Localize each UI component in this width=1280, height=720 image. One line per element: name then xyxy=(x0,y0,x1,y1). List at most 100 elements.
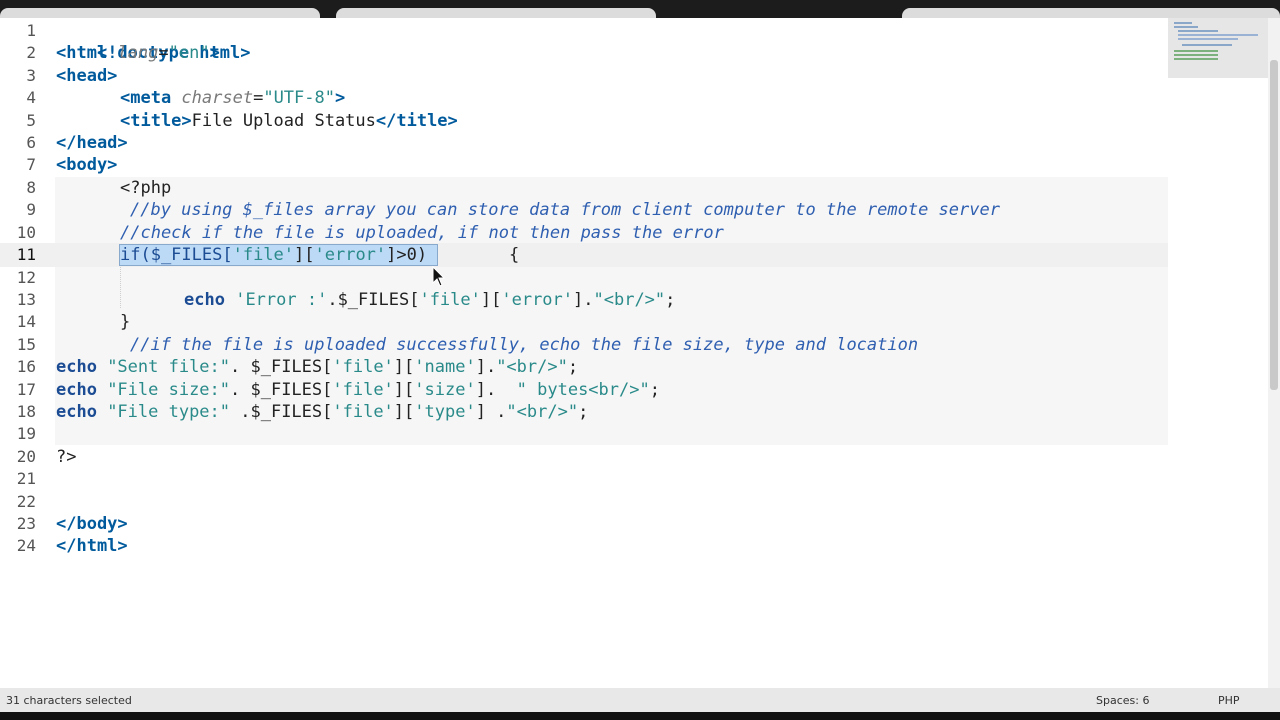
code-token: <title> xyxy=(120,111,192,131)
code-token: ] . xyxy=(475,402,507,422)
tab[interactable] xyxy=(902,8,1280,18)
line-number: 23 xyxy=(16,514,36,533)
code-token: ; xyxy=(578,402,589,422)
code-token: 'file' xyxy=(332,402,394,422)
code-token: = xyxy=(158,43,169,63)
code-token: "<br/>" xyxy=(593,290,666,310)
code-token: <?php xyxy=(120,178,172,198)
code-token: </head> xyxy=(56,133,128,153)
tab-bar xyxy=(0,0,1280,18)
code-token: echo xyxy=(56,380,97,400)
line-number: 20 xyxy=(16,447,36,466)
code-token: <html xyxy=(56,43,118,63)
line-number: 16 xyxy=(16,357,36,376)
code-line: } xyxy=(120,311,130,333)
code-token: .$_FILES[ xyxy=(327,290,420,310)
code-line: <body> xyxy=(56,154,117,176)
code-token: echo xyxy=(184,290,225,310)
code-token: charset xyxy=(181,88,254,108)
line-number: 21 xyxy=(16,469,36,488)
code-line: <meta charset="UTF-8"> xyxy=(120,87,345,109)
code-token: ][ xyxy=(294,245,315,265)
line-number: 5 xyxy=(26,111,36,130)
tab[interactable] xyxy=(336,8,656,18)
code-token: "Sent file:" xyxy=(96,357,231,377)
code-line: <!doctype html> xyxy=(56,20,251,63)
code-line: </body> xyxy=(56,513,128,535)
code-token: ][ xyxy=(393,402,415,422)
line-number: 17 xyxy=(16,380,36,399)
code-token: ]. xyxy=(475,380,517,400)
window-bottom-edge xyxy=(0,712,1280,720)
code-token: ; xyxy=(649,380,660,400)
code-token: File Upload Status xyxy=(191,111,376,131)
code-token: lang xyxy=(117,43,159,63)
code-token: . $_FILES[ xyxy=(230,357,333,377)
code-token: </body> xyxy=(56,514,128,534)
code-token: ; xyxy=(665,290,676,310)
line-number: 18 xyxy=(16,402,36,421)
line-number: 22 xyxy=(16,492,36,511)
code-token: </title> xyxy=(375,111,458,131)
code-line: //by using $_files array you can store d… xyxy=(130,199,1000,221)
code-token: 'type' xyxy=(414,402,476,422)
code-token: ; xyxy=(567,357,579,377)
code-line: ?> xyxy=(56,446,76,468)
code-token: ][ xyxy=(393,357,415,377)
code-line: echo 'Error :'.$_FILES['file']['error'].… xyxy=(184,289,675,311)
mouse-pointer-icon xyxy=(432,266,446,287)
syntax-mode[interactable]: PHP xyxy=(1218,694,1240,707)
line-number: 12 xyxy=(16,268,36,287)
code-token: ][ xyxy=(480,290,502,310)
code-token: ?> xyxy=(56,447,77,467)
code-token: 'error' xyxy=(501,290,574,310)
code-token: 'file' xyxy=(332,380,394,400)
line-number: 9 xyxy=(26,200,36,219)
code-line: <head> xyxy=(56,65,117,87)
code-token: echo xyxy=(56,402,97,422)
code-token: . $_FILES[ xyxy=(230,380,333,400)
code-token: 'file' xyxy=(332,357,394,377)
code-token: ]. xyxy=(573,290,594,310)
code-comment: //if the file is uploaded successfully, … xyxy=(130,335,919,355)
line-number: 8 xyxy=(26,178,36,197)
code-line: //check if the file is uploaded, if not … xyxy=(120,222,724,244)
indentation-setting[interactable]: Spaces: 6 xyxy=(1096,694,1149,707)
code-token: if($_FILES[ xyxy=(120,245,233,265)
line-number: 15 xyxy=(16,335,36,354)
code-token: ][ xyxy=(393,380,415,400)
code-token: 'error' xyxy=(314,245,387,265)
code-token: <head> xyxy=(56,66,118,86)
tab[interactable] xyxy=(0,8,320,18)
code-token: <meta xyxy=(120,88,182,108)
code-line: </html> xyxy=(56,535,128,557)
code-token: ]>0) xyxy=(386,245,438,265)
code-line: <?php xyxy=(120,177,171,199)
indent-guide xyxy=(120,264,121,308)
code-token: "File type:" xyxy=(96,402,231,422)
code-token: <body> xyxy=(56,155,118,175)
code-line: echo "Sent file:". $_FILES['file']['name… xyxy=(56,356,578,378)
code-token: > xyxy=(334,88,346,108)
code-line: //if the file is uploaded successfully, … xyxy=(130,334,918,356)
code-token: echo xyxy=(56,357,97,377)
code-token: </html> xyxy=(56,536,128,556)
line-number: 1 xyxy=(26,21,36,40)
line-number: 11 xyxy=(16,245,36,264)
code-token: " bytes<br/>" xyxy=(516,380,650,400)
line-number: 13 xyxy=(16,290,36,309)
code-token: .$_FILES[ xyxy=(230,402,333,422)
minimap[interactable] xyxy=(1168,18,1268,78)
text-selection[interactable]: if($_FILES['file']['error']>0) xyxy=(118,244,439,266)
code-token: ]. xyxy=(475,357,497,377)
code-line: echo "File type:" .$_FILES['file']['type… xyxy=(56,401,588,423)
code-token: 'file' xyxy=(419,290,481,310)
code-token: "<br/>" xyxy=(506,402,579,422)
line-number: 3 xyxy=(26,66,36,85)
status-bar: 31 characters selected Spaces: 6 PHP xyxy=(0,688,1280,712)
code-token: "<br/>" xyxy=(496,357,568,377)
scrollbar-thumb[interactable] xyxy=(1270,60,1278,390)
code-editor[interactable]: 1 2 3 4 5 6 7 8 9 10 11 12 13 14 15 16 1… xyxy=(0,18,1168,688)
line-number: 7 xyxy=(26,155,36,174)
